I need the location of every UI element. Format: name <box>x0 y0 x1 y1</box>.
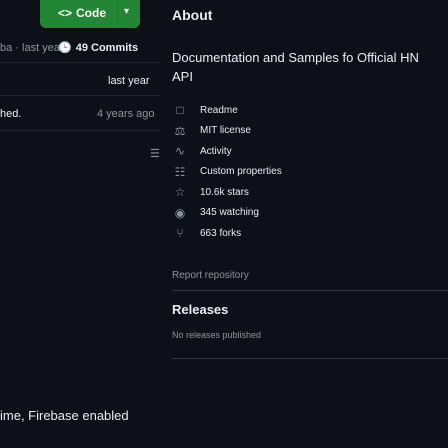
report-repository-link[interactable]: Report repository <box>172 270 249 281</box>
file-row-name[interactable]: hed. <box>0 108 21 120</box>
commit-count: 49 Commits <box>75 41 139 54</box>
file-row-time: 4 years ago <box>97 108 155 120</box>
stat-custom-properties[interactable]: ☷ Custom properties <box>172 162 442 183</box>
row-divider <box>0 62 160 63</box>
last-commit-info: ba · last year <box>0 42 64 54</box>
stat-activity[interactable]: ∿ Activity <box>172 141 442 162</box>
code-button[interactable]: <> Code ▾ <box>40 0 140 28</box>
section-divider <box>172 290 448 291</box>
section-divider <box>172 358 448 359</box>
stat-watching[interactable]: ◉ 345 watching <box>172 203 442 224</box>
about-stats: □ Readme ⚖ MIT license ∿ Activity ☷ Custom p… <box>172 100 442 244</box>
stat-label: 345 watching <box>200 207 259 219</box>
stat-readme[interactable]: □ Readme <box>172 100 442 121</box>
stat-label: 663 forks <box>200 227 242 239</box>
stat-label: Readme <box>200 104 238 116</box>
law-icon: ⚖ <box>174 123 186 138</box>
stat-label: MIT license <box>200 125 251 137</box>
star-icon: ☆ <box>174 185 186 200</box>
code-button-divider <box>114 0 115 28</box>
stat-forks[interactable]: ⑂ 663 forks <box>172 223 442 244</box>
fork-icon: ⑂ <box>176 226 184 241</box>
about-title: About <box>172 7 213 23</box>
list-icon[interactable]: ☰ <box>150 147 160 163</box>
eye-icon: ◉ <box>174 205 186 220</box>
stat-label: Custom properties <box>200 166 282 178</box>
book-icon: □ <box>176 103 184 118</box>
releases-heading[interactable]: Releases <box>172 302 228 317</box>
stat-license[interactable]: ⚖ MIT license <box>172 121 442 142</box>
chevron-down-icon[interactable]: ▾ <box>124 6 129 17</box>
history-icon: 🕒 <box>58 42 72 54</box>
repo-description: Documentation and Samples fo Official HN… <box>172 50 419 84</box>
code-button-label: Code <box>76 6 107 20</box>
row-divider <box>0 95 160 96</box>
row-divider <box>0 130 160 131</box>
col-time-header: last year <box>108 75 150 87</box>
stat-label: Activity <box>200 145 232 157</box>
stat-label: 10.6k stars <box>200 186 249 198</box>
no-releases-text: No releases published <box>172 330 262 340</box>
code-icon: <> <box>58 6 73 20</box>
commits-link[interactable]: 🕒 49 Commits <box>58 41 139 55</box>
pulse-icon: ∿ <box>174 144 186 159</box>
stat-stars[interactable]: ☆ 10.6k stars <box>172 182 442 203</box>
readme-heading-fragment: ime, Firebase enabled <box>0 408 129 423</box>
custom-properties-icon: ☷ <box>174 164 186 179</box>
